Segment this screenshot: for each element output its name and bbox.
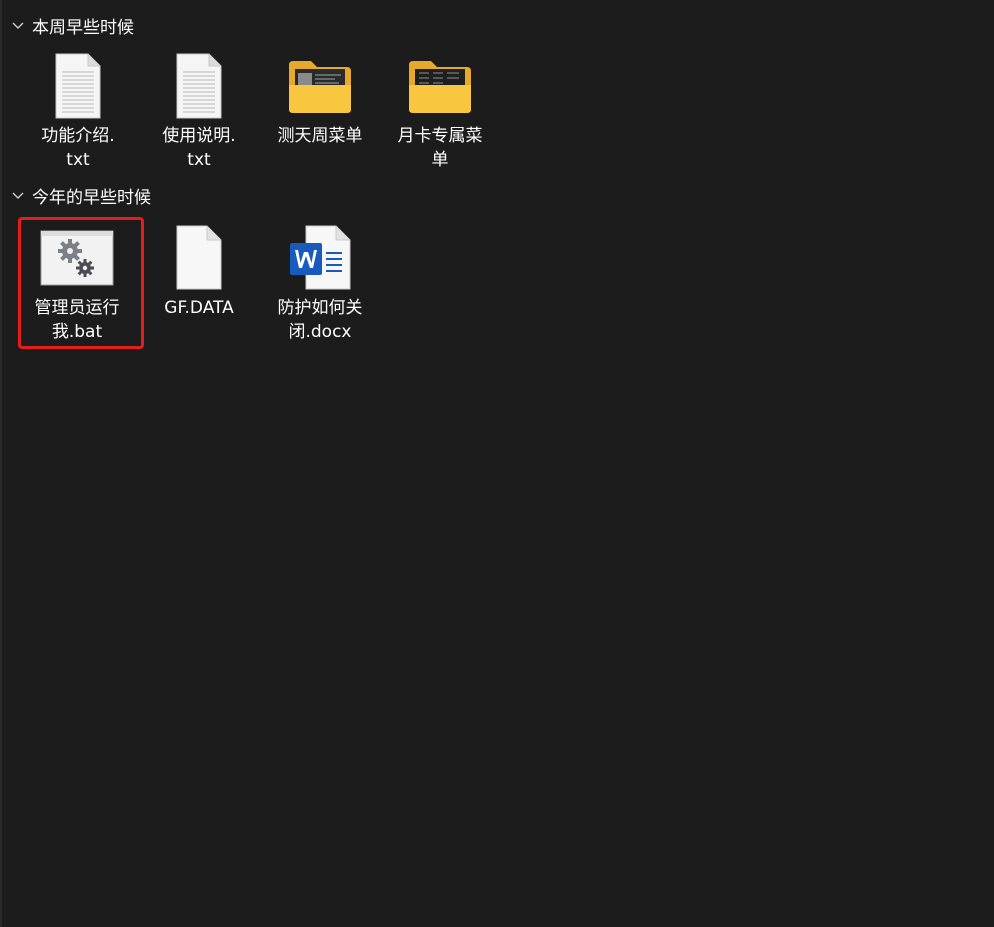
file-item[interactable]: 功能介绍. txt xyxy=(22,50,134,172)
file-name: 使用说明. txt xyxy=(145,124,253,172)
text-file-icon xyxy=(159,50,239,122)
file-name-line1: 功能介绍. xyxy=(41,126,115,146)
file-name-line2: 闭.docx xyxy=(288,322,352,342)
file-name-line2: txt xyxy=(187,150,211,170)
file-name-line1: 使用说明. xyxy=(162,126,236,146)
word-document-icon xyxy=(280,222,360,294)
file-name: 功能介绍. txt xyxy=(24,124,132,172)
folder-name: 月卡专属菜 单 xyxy=(386,124,494,172)
file-item[interactable]: 管理员运行 我.bat xyxy=(21,222,133,344)
folder-icon xyxy=(280,50,360,122)
folder-name-line1: 月卡专属菜 xyxy=(397,126,483,146)
folder-name-line1: 测天周菜单 xyxy=(277,126,363,146)
file-name: 管理员运行 我.bat xyxy=(23,296,131,344)
file-name-line2: txt xyxy=(66,150,90,170)
file-item[interactable]: GF.DATA xyxy=(143,222,255,320)
batch-file-icon xyxy=(37,222,117,294)
file-explorer-view: 本周早些时候 功能介绍. txt 使用说明. txt 测天周菜单 月卡专属菜 单… xyxy=(0,0,994,927)
file-name: GF.DATA xyxy=(145,296,253,320)
folder-name: 测天周菜单 xyxy=(266,124,374,148)
folder-name-line2: 单 xyxy=(431,150,449,170)
blank-file-icon xyxy=(159,222,239,294)
file-name: 防护如何关 闭.docx xyxy=(266,296,374,344)
chevron-down-icon[interactable] xyxy=(10,17,26,33)
folder-item[interactable]: 月卡专属菜 单 xyxy=(384,50,496,172)
folder-icon xyxy=(400,50,480,122)
file-name-line1: 防护如何关 xyxy=(277,298,363,318)
folder-item[interactable]: 测天周菜单 xyxy=(264,50,376,148)
file-name-line1: 管理员运行 xyxy=(34,298,120,318)
text-file-icon xyxy=(38,50,118,122)
group-title: 本周早些时候 xyxy=(32,17,134,38)
chevron-down-icon[interactable] xyxy=(10,187,26,203)
group-header-earlier-this-year[interactable]: 今年的早些时候 xyxy=(10,183,151,208)
file-name-line2: 我.bat xyxy=(51,322,103,342)
file-item[interactable]: 防护如何关 闭.docx xyxy=(264,222,376,344)
file-item[interactable]: 使用说明. txt xyxy=(143,50,255,172)
group-header-this-week[interactable]: 本周早些时候 xyxy=(10,13,134,38)
group-title: 今年的早些时候 xyxy=(32,187,151,208)
file-name-line1: GF.DATA xyxy=(164,298,234,318)
left-edge-divider xyxy=(0,0,2,927)
